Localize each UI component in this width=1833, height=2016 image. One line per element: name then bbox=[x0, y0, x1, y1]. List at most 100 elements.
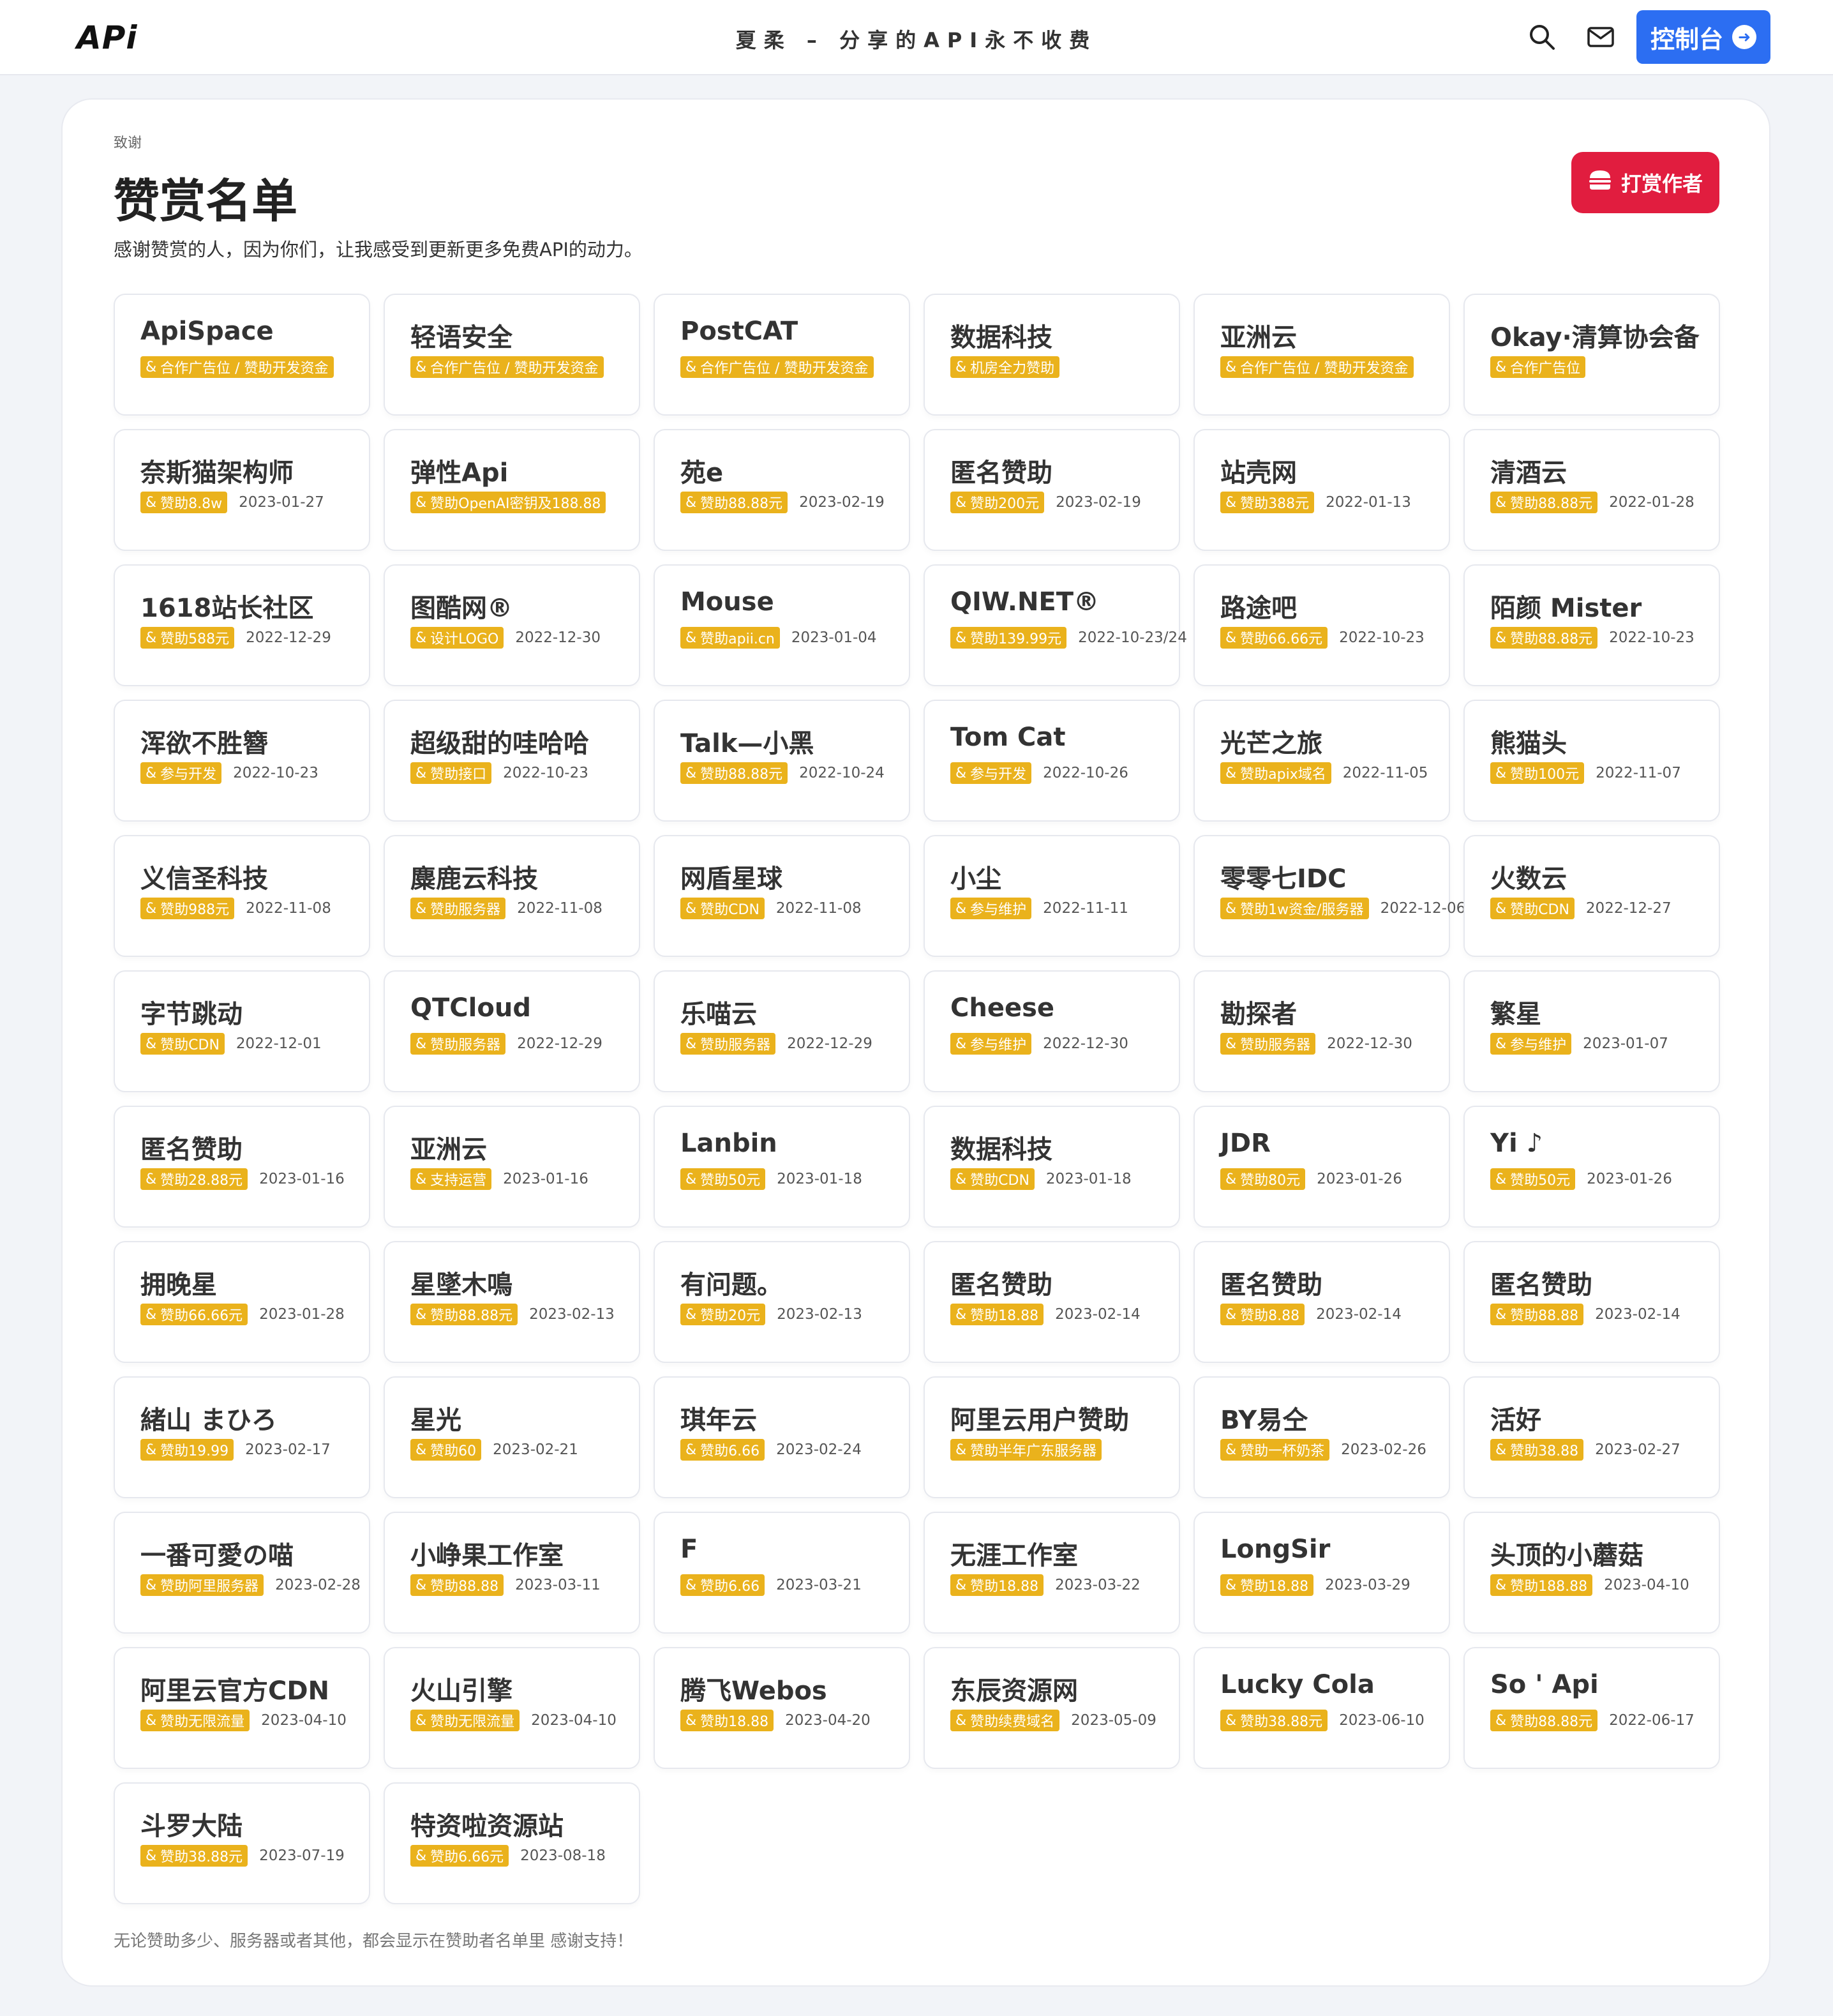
sponsor-card[interactable]: 琪年云 & 赞助6.66 2023-02-24 bbox=[654, 1376, 910, 1498]
sponsor-card[interactable]: 弹性Api & 赞助OpenAI密钥及188.88 bbox=[384, 429, 640, 551]
sponsor-card[interactable]: 匿名赞助 & 赞助88.88 2023-02-14 bbox=[1463, 1241, 1720, 1363]
sponsor-card[interactable]: 头顶的小蘑菇 & 赞助188.88 2023-04-10 bbox=[1463, 1512, 1720, 1634]
sponsor-name: 奈斯猫架构师 bbox=[140, 458, 294, 488]
sponsor-card[interactable]: 匿名赞助 & 赞助28.88元 2023-01-16 bbox=[114, 1106, 370, 1228]
sponsor-tag: & 赞助18.88 bbox=[950, 1574, 1044, 1596]
sponsor-card[interactable]: 清酒云 & 赞助88.88元 2022-01-28 bbox=[1463, 429, 1720, 551]
sponsor-card[interactable]: 斗罗大陆 & 赞助38.88元 2023-07-19 bbox=[114, 1782, 370, 1904]
sponsor-card[interactable]: 数据科技 & 赞助CDN 2023-01-18 bbox=[924, 1106, 1180, 1228]
sponsor-tag-label: 赞助6.66 bbox=[700, 1579, 760, 1595]
sponsor-card[interactable]: 浑欲不胜簪 & 参与开发 2022-10-23 bbox=[114, 700, 370, 822]
sponsor-card[interactable]: 网盾星球 & 赞助CDN 2022-11-08 bbox=[654, 835, 910, 957]
sponsor-tag: & 赞助38.88元 bbox=[1220, 1710, 1328, 1731]
sponsor-card[interactable]: 亚洲云 & 合作广告位 / 赞助开发资金 bbox=[1193, 294, 1450, 416]
sponsor-tag: & 参与维护 bbox=[950, 1033, 1032, 1055]
sponsor-date: 2023-04-20 bbox=[785, 1712, 871, 1729]
sponsor-tag-label: 赞助服务器 bbox=[700, 1037, 771, 1053]
sponsor-date: 2023-01-16 bbox=[259, 1171, 345, 1187]
sponsor-card[interactable]: 有问题。 & 赞助20元 2023-02-13 bbox=[654, 1241, 910, 1363]
sponsor-meta: & 赞助88.88 2023-03-11 bbox=[410, 1574, 601, 1596]
sponsor-card[interactable]: Mouse & 赞助apii.cn 2023-01-04 bbox=[654, 564, 910, 686]
sponsor-card[interactable]: 东辰资源网 & 赞助续费域名 2023-05-09 bbox=[924, 1647, 1180, 1769]
sponsor-card[interactable]: 拥晚星 & 赞助66.66元 2023-01-28 bbox=[114, 1241, 370, 1363]
sponsor-card[interactable]: 路途吧 & 赞助66.66元 2022-10-23 bbox=[1193, 564, 1450, 686]
sponsor-card[interactable]: 匿名赞助 & 赞助8.88 2023-02-14 bbox=[1193, 1241, 1450, 1363]
sponsor-card[interactable]: 阿里云用户赞助 & 赞助半年广东服务器 bbox=[924, 1376, 1180, 1498]
sponsor-card[interactable]: 腾飞Webos & 赞助18.88 2023-04-20 bbox=[654, 1647, 910, 1769]
sponsor-card[interactable]: 轻语安全 & 合作广告位 / 赞助开发资金 bbox=[384, 294, 640, 416]
sponsor-card[interactable]: 匿名赞助 & 赞助200元 2023-02-19 bbox=[924, 429, 1180, 551]
sponsor-card[interactable]: 熊猫头 & 赞助100元 2022-11-07 bbox=[1463, 700, 1720, 822]
sponsor-name: 阿里云官方CDN bbox=[140, 1676, 330, 1706]
sponsor-tag-label: 合作广告位 bbox=[1510, 361, 1581, 377]
sponsor-card[interactable]: 亚洲云 & 支持运营 2023-01-16 bbox=[384, 1106, 640, 1228]
sponsor-card[interactable]: F & 赞助6.66 2023-03-21 bbox=[654, 1512, 910, 1634]
sponsor-card[interactable]: 无涯工作室 & 赞助18.88 2023-03-22 bbox=[924, 1512, 1180, 1634]
sponsor-card[interactable]: 奈斯猫架构师 & 赞助8.8w 2023-01-27 bbox=[114, 429, 370, 551]
sponsor-card[interactable]: 一番可愛の喵 & 赞助阿里服务器 2023-02-28 bbox=[114, 1512, 370, 1634]
sponsor-tag-label: 赞助apix域名 bbox=[1240, 767, 1326, 783]
sponsor-card[interactable]: 活好 & 赞助38.88 2023-02-27 bbox=[1463, 1376, 1720, 1498]
console-button[interactable]: 控制台 ➜ bbox=[1636, 10, 1770, 64]
reward-author-button[interactable]: 打赏作者 bbox=[1571, 152, 1719, 213]
sponsor-card[interactable]: Tom Cat & 参与开发 2022-10-26 bbox=[924, 700, 1180, 822]
sponsor-name: 勘探者 bbox=[1220, 1000, 1297, 1029]
sponsor-card[interactable]: 乐喵云 & 赞助服务器 2022-12-29 bbox=[654, 970, 910, 1092]
sponsor-card[interactable]: Yi ♪ & 赞助50元 2023-01-26 bbox=[1463, 1106, 1720, 1228]
sponsor-card[interactable]: 字节跳动 & 赞助CDN 2022-12-01 bbox=[114, 970, 370, 1092]
sponsor-card[interactable]: 火山引擎 & 赞助无限流量 2023-04-10 bbox=[384, 1647, 640, 1769]
sponsor-card[interactable]: 超级甜的哇哈哈 & 赞助接口 2022-10-23 bbox=[384, 700, 640, 822]
sponsor-card[interactable]: QTCloud & 赞助服务器 2022-12-29 bbox=[384, 970, 640, 1092]
sponsor-card[interactable]: 緒山 まひろ & 赞助19.99 2023-02-17 bbox=[114, 1376, 370, 1498]
sponsor-card[interactable]: Okay·清算协会备 & 合作广告位 bbox=[1463, 294, 1720, 416]
mail-icon[interactable] bbox=[1585, 22, 1616, 52]
sponsor-card[interactable]: 义信圣科技 & 赞助988元 2022-11-08 bbox=[114, 835, 370, 957]
sponsor-card[interactable]: 小峥果工作室 & 赞助88.88 2023-03-11 bbox=[384, 1512, 640, 1634]
sponsor-date: 2022-06-17 bbox=[1609, 1712, 1695, 1729]
sponsor-card[interactable]: ApiSpace & 合作广告位 / 赞助开发资金 bbox=[114, 294, 370, 416]
sponsor-card[interactable]: 苑e & 赞助88.88元 2023-02-19 bbox=[654, 429, 910, 551]
sponsor-card[interactable]: 星光 & 赞助60 2023-02-21 bbox=[384, 1376, 640, 1498]
search-icon[interactable] bbox=[1527, 22, 1557, 52]
sponsor-card[interactable]: LongSir & 赞助18.88 2023-03-29 bbox=[1193, 1512, 1450, 1634]
sponsor-card[interactable]: Lanbin & 赞助50元 2023-01-18 bbox=[654, 1106, 910, 1228]
sponsor-card[interactable]: 图酷网® & 设计LOGO 2022-12-30 bbox=[384, 564, 640, 686]
sponsor-card[interactable]: 站壳网 & 赞助388元 2022-01-13 bbox=[1193, 429, 1450, 551]
sponsor-card[interactable]: QIW.NET® & 赞助139.99元 2022-10-23/24 bbox=[924, 564, 1187, 686]
sponsor-card[interactable]: 光芒之旅 & 赞助apix域名 2022-11-05 bbox=[1193, 700, 1450, 822]
sponsor-name: 义信圣科技 bbox=[140, 864, 268, 894]
sponsor-card[interactable]: 阿里云官方CDN & 赞助无限流量 2023-04-10 bbox=[114, 1647, 370, 1769]
sponsor-card[interactable]: PostCAT & 合作广告位 / 赞助开发资金 bbox=[654, 294, 910, 416]
sponsor-name: 数据科技 bbox=[950, 323, 1052, 352]
sponsor-tag-label: 赞助139.99元 bbox=[970, 631, 1062, 647]
sponsor-card[interactable]: 勘探者 & 赞助服务器 2022-12-30 bbox=[1193, 970, 1450, 1092]
sponsor-name: 阿里云用户赞助 bbox=[950, 1406, 1129, 1435]
sponsor-card[interactable]: BY易仝 & 赞助一杯奶茶 2023-02-26 bbox=[1193, 1376, 1450, 1498]
sponsor-card[interactable]: 陌颜 Mister & 赞助88.88元 2022-10-23 bbox=[1463, 564, 1720, 686]
sponsor-card[interactable]: Lucky Cola & 赞助38.88元 2023-06-10 bbox=[1193, 1647, 1450, 1769]
sponsor-card[interactable]: 繁星 & 参与维护 2023-01-07 bbox=[1463, 970, 1720, 1092]
sponsor-card[interactable]: 麋鹿云科技 & 赞助服务器 2022-11-08 bbox=[384, 835, 640, 957]
sponsor-card[interactable]: JDR & 赞助80元 2023-01-26 bbox=[1193, 1106, 1450, 1228]
sponsor-card[interactable]: 1618站长社区 & 赞助588元 2022-12-29 bbox=[114, 564, 370, 686]
sponsor-card[interactable]: 零零七IDC & 赞助1w资金/服务器 2022-12-06 bbox=[1193, 835, 1465, 957]
ampersand-icon: & bbox=[146, 1577, 157, 1593]
sponsor-card[interactable]: So ' Api & 赞助88.88元 2022-06-17 bbox=[1463, 1647, 1720, 1769]
sponsor-card[interactable]: Talk—小黑 & 赞助88.88元 2022-10-24 bbox=[654, 700, 910, 822]
sponsor-name: 站壳网 bbox=[1220, 458, 1297, 488]
sponsor-card[interactable]: 数据科技 & 机房全力赞助 bbox=[924, 294, 1180, 416]
sponsor-tag-label: 赞助38.88元 bbox=[160, 1849, 243, 1865]
sponsor-card[interactable]: Cheese & 参与维护 2022-12-30 bbox=[924, 970, 1180, 1092]
sponsor-meta: & 赞助88.88 2023-02-14 bbox=[1490, 1304, 1680, 1325]
sponsor-card[interactable]: 匿名赞助 & 赞助18.88 2023-02-14 bbox=[924, 1241, 1180, 1363]
sponsor-date: 2022-11-07 bbox=[1596, 765, 1681, 781]
sponsor-name: Yi ♪ bbox=[1490, 1129, 1543, 1158]
sponsor-card[interactable]: 星墜木鳴 & 赞助88.88元 2023-02-13 bbox=[384, 1241, 640, 1363]
sponsor-name: 匿名赞助 bbox=[1490, 1270, 1592, 1300]
sponsor-date: 2023-08-18 bbox=[520, 1847, 606, 1864]
sponsor-tag-label: 赞助半年广东服务器 bbox=[970, 1443, 1097, 1459]
sponsor-tag-label: 赞助CDN bbox=[160, 1037, 220, 1053]
sponsor-card[interactable]: 火数云 & 赞助CDN 2022-12-27 bbox=[1463, 835, 1720, 957]
sponsor-card[interactable]: 特资啦资源站 & 赞助6.66元 2023-08-18 bbox=[384, 1782, 640, 1904]
sponsor-card[interactable]: 小尘 & 参与维护 2022-11-11 bbox=[924, 835, 1180, 957]
